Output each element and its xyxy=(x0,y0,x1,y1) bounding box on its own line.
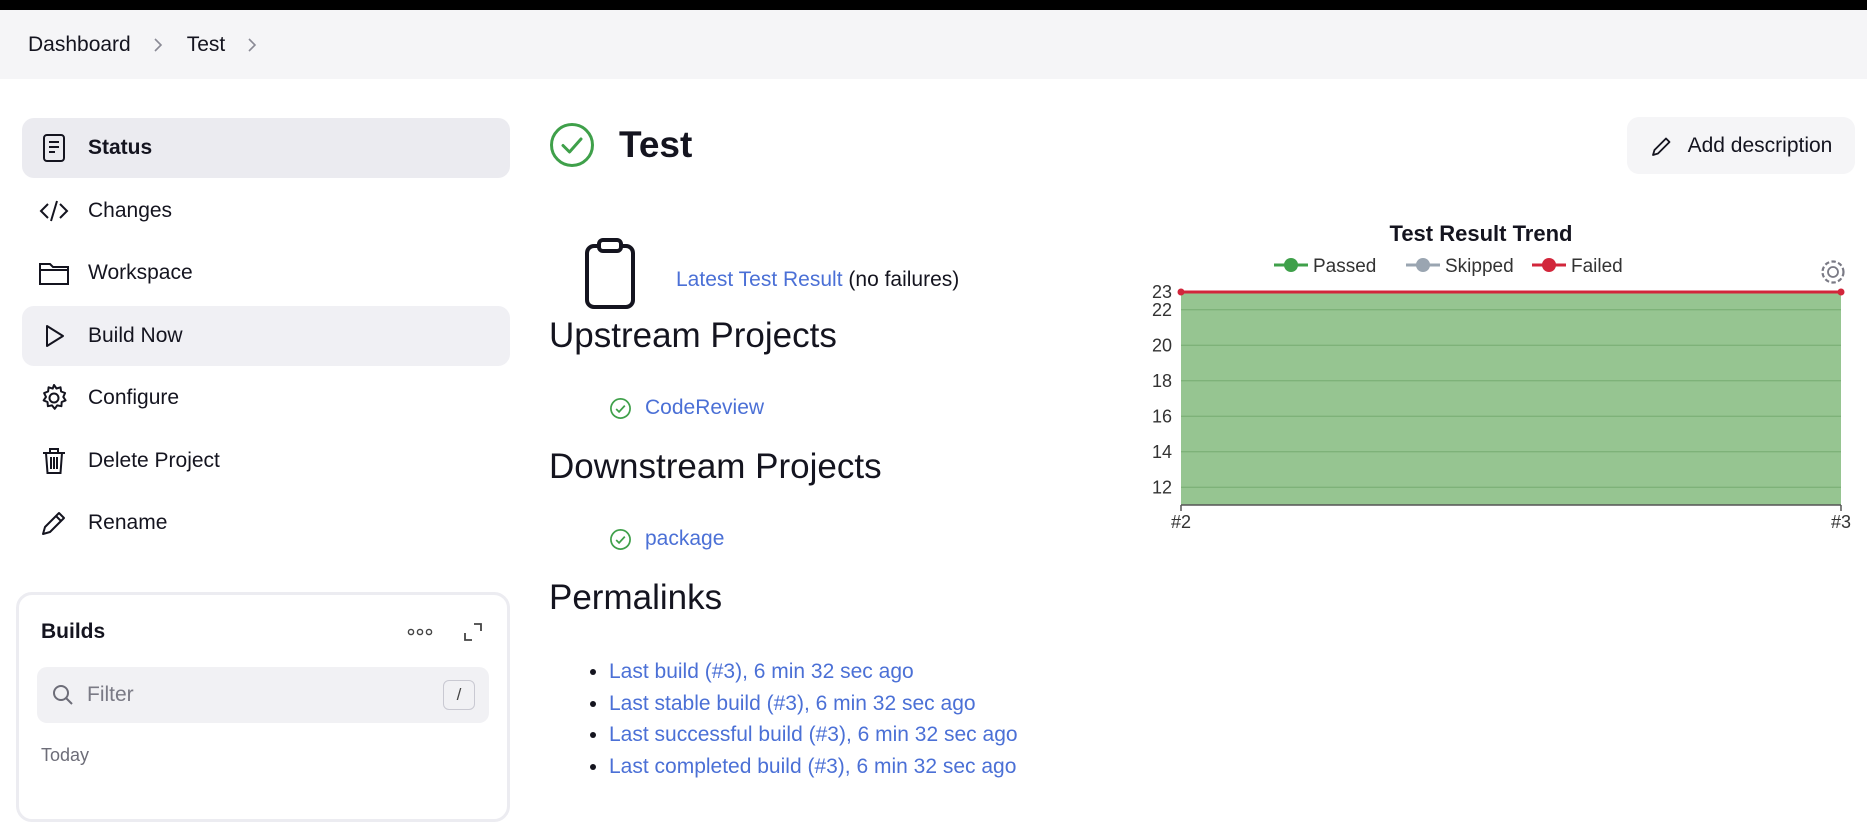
shortcut-key: / xyxy=(443,680,475,710)
permalinks-heading: Permalinks xyxy=(549,578,723,617)
expand-icon[interactable] xyxy=(463,622,483,642)
latest-test-result-link[interactable]: Latest Test Result xyxy=(676,268,843,291)
downstream-heading: Downstream Projects xyxy=(549,447,882,486)
legend-label: Passed xyxy=(1313,256,1376,277)
y-tick-label: 20 xyxy=(1152,335,1172,355)
legend-item-passed[interactable]: Passed xyxy=(1274,256,1376,277)
sidebar-item-build-now[interactable]: Build Now xyxy=(22,305,510,366)
list-item: Last completed build (#3), 6 min 32 sec … xyxy=(609,751,1018,783)
failed-point xyxy=(1177,288,1185,296)
latest-test-note: (no failures) xyxy=(848,268,960,291)
breadcrumb-dashboard[interactable]: Dashboard xyxy=(28,33,131,57)
sidebar-item-label: Build Now xyxy=(88,323,183,347)
pencil-icon xyxy=(42,512,65,535)
sidebar: Status Changes Workspace Build Now Confi… xyxy=(22,118,510,556)
chart-legend: Passed Skipped Failed xyxy=(1274,256,1623,277)
legend-item-failed[interactable]: Failed xyxy=(1532,256,1623,277)
add-description-button[interactable]: Add description xyxy=(1627,117,1855,174)
code-icon xyxy=(39,200,69,221)
downstream-project-link[interactable]: package xyxy=(645,527,724,551)
y-tick-label: 18 xyxy=(1152,371,1172,391)
clipboard-icon xyxy=(585,238,635,309)
upstream-heading: Upstream Projects xyxy=(549,316,837,355)
latest-test-result: Latest Test Result (no failures) xyxy=(582,238,959,310)
failed-point xyxy=(1837,288,1845,296)
breadcrumb-test[interactable]: Test xyxy=(187,33,226,57)
builds-group-label: Today xyxy=(41,745,90,765)
sidebar-item-delete-project[interactable]: Delete Project xyxy=(22,431,510,491)
list-item: Last successful build (#3), 6 min 32 sec… xyxy=(609,719,1018,751)
y-tick-label: 12 xyxy=(1152,477,1172,497)
sidebar-item-label: Changes xyxy=(88,198,173,222)
permalink-last-successful-build[interactable]: Last successful build (#3), 6 min 32 sec… xyxy=(609,723,1018,746)
play-icon xyxy=(46,324,64,347)
sidebar-item-label: Rename xyxy=(88,511,168,534)
list-item: Last stable build (#3), 6 min 32 sec ago xyxy=(609,688,1018,720)
permalink-last-build[interactable]: Last build (#3), 6 min 32 sec ago xyxy=(609,660,914,683)
filter-input[interactable] xyxy=(87,683,443,707)
sidebar-item-label: Workspace xyxy=(88,261,193,284)
add-description-label: Add description xyxy=(1687,133,1833,157)
top-bar xyxy=(0,0,1867,10)
downstream-project: package xyxy=(609,527,724,551)
sidebar-item-changes[interactable]: Changes xyxy=(22,181,510,241)
status-icon xyxy=(43,134,65,162)
y-tick-label: 16 xyxy=(1152,406,1172,426)
chart-plot xyxy=(1177,288,1845,505)
folder-icon xyxy=(39,263,69,285)
upstream-project-link[interactable]: CodeReview xyxy=(645,396,764,420)
gear-icon xyxy=(42,384,67,410)
x-tick-label: #2 xyxy=(1171,512,1191,532)
test-result-trend-chart: Test Result Trend Passed Skipped Failed 12… xyxy=(1152,221,1851,532)
trash-icon xyxy=(43,447,65,474)
builds-panel: Builds / Today xyxy=(16,592,510,822)
x-tick-label: #3 xyxy=(1831,512,1851,532)
chevron-right-icon[interactable] xyxy=(245,37,259,52)
pencil-icon xyxy=(1651,137,1671,156)
legend-item-skipped[interactable]: Skipped xyxy=(1406,256,1514,277)
chart-title: Test Result Trend xyxy=(1390,221,1573,246)
chart-y-axis: 12 14 16 18 20 2223 xyxy=(1152,282,1172,497)
sidebar-item-status[interactable]: Status xyxy=(22,118,510,178)
success-icon xyxy=(550,123,594,167)
passed-area xyxy=(1181,292,1841,505)
sidebar-item-label: Delete Project xyxy=(88,448,220,472)
chart-settings-icon[interactable] xyxy=(1821,260,1845,284)
sidebar-item-workspace[interactable]: Workspace xyxy=(22,243,510,303)
upstream-project: CodeReview xyxy=(609,396,764,420)
success-icon xyxy=(610,528,631,550)
more-icon[interactable] xyxy=(407,627,433,637)
legend-label: Failed xyxy=(1571,256,1623,277)
permalink-last-stable-build[interactable]: Last stable build (#3), 6 min 32 sec ago xyxy=(609,692,976,715)
permalinks-list: Last build (#3), 6 min 32 sec ago Last s… xyxy=(609,656,1018,782)
sidebar-item-rename[interactable]: Rename xyxy=(22,493,510,553)
page-header: Test xyxy=(549,122,692,168)
builds-filter[interactable]: / xyxy=(37,667,489,723)
y-tick-label: 14 xyxy=(1152,442,1172,462)
search-icon xyxy=(53,685,73,705)
builds-title: Builds xyxy=(41,620,106,643)
chevron-right-icon[interactable] xyxy=(151,37,165,52)
sidebar-item-label: Status xyxy=(88,136,153,159)
page-title: Test xyxy=(619,124,693,165)
success-icon xyxy=(610,397,631,419)
sidebar-item-configure[interactable]: Configure xyxy=(22,368,510,428)
breadcrumb: Dashboard Test xyxy=(0,10,1867,79)
y-tick-label: 22 xyxy=(1152,300,1172,320)
y-tick-label: 23 xyxy=(1152,282,1172,302)
list-item: Last build (#3), 6 min 32 sec ago xyxy=(609,656,1018,688)
permalink-last-completed-build[interactable]: Last completed build (#3), 6 min 32 sec … xyxy=(609,755,1016,778)
legend-label: Skipped xyxy=(1445,256,1514,277)
chart-x-axis: #2 #3 xyxy=(1171,504,1851,532)
sidebar-item-label: Configure xyxy=(88,386,180,409)
